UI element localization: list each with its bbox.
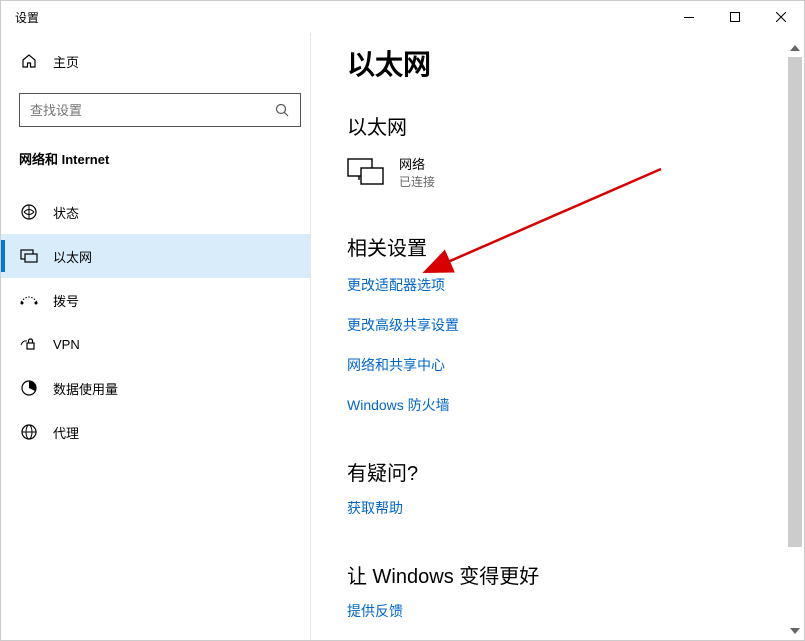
link-firewall[interactable]: Windows 防火墙 <box>347 395 772 415</box>
scroll-up-icon[interactable] <box>788 41 802 55</box>
vpn-icon <box>19 334 39 354</box>
ethernet-status: 已连接 <box>399 173 435 190</box>
page-title: 以太网 <box>347 43 772 83</box>
sidebar-item-label: 代理 <box>53 423 79 442</box>
close-icon <box>776 12 786 22</box>
home-icon <box>19 51 39 71</box>
status-icon <box>19 202 39 222</box>
sidebar-item-label: 状态 <box>53 203 79 222</box>
sidebar-item-label: 数据使用量 <box>53 379 118 398</box>
feedback-title: 让 Windows 变得更好 <box>347 560 772 589</box>
home-label: 主页 <box>53 52 79 71</box>
sidebar-item-label: VPN <box>53 337 80 352</box>
sidebar-item-ethernet[interactable]: 以太网 <box>1 234 310 278</box>
content-container: 主页 网络和 Internet 状态 以太网 <box>1 33 804 640</box>
sidebar-item-label: 以太网 <box>53 247 92 266</box>
sidebar-item-vpn[interactable]: VPN <box>1 322 310 366</box>
minimize-button[interactable] <box>666 1 712 33</box>
link-feedback[interactable]: 提供反馈 <box>347 601 772 621</box>
link-get-help[interactable]: 获取帮助 <box>347 498 772 518</box>
help-block: 有疑问? 获取帮助 <box>347 457 772 518</box>
link-network-center[interactable]: 网络和共享中心 <box>347 355 772 375</box>
search-input[interactable] <box>30 103 274 118</box>
dialup-icon <box>19 290 39 310</box>
maximize-icon <box>730 12 740 22</box>
sidebar: 主页 网络和 Internet 状态 以太网 <box>1 33 311 640</box>
sidebar-item-proxy[interactable]: 代理 <box>1 410 310 454</box>
sidebar-item-dialup[interactable]: 拨号 <box>1 278 310 322</box>
sidebar-item-datausage[interactable]: 数据使用量 <box>1 366 310 410</box>
titlebar: 设置 <box>1 1 804 33</box>
search-input-container[interactable] <box>19 93 301 127</box>
proxy-icon <box>19 422 39 442</box>
sidebar-item-status[interactable]: 状态 <box>1 190 310 234</box>
subsection-title: 以太网 <box>347 111 772 140</box>
nav-list: 状态 以太网 拨号 VPN <box>1 190 310 454</box>
ethernet-card[interactable]: 网络 已连接 <box>347 154 772 190</box>
ethernet-device-icon <box>347 156 385 188</box>
link-advanced-sharing[interactable]: 更改高级共享设置 <box>347 315 772 335</box>
ethernet-name: 网络 <box>399 154 435 173</box>
close-button[interactable] <box>758 1 804 33</box>
maximize-button[interactable] <box>712 1 758 33</box>
ethernet-icon <box>19 246 39 266</box>
scroll-down-icon[interactable] <box>788 624 802 638</box>
related-settings-block: 相关设置 更改适配器选项 更改高级共享设置 网络和共享中心 Windows 防火… <box>347 232 772 415</box>
search-icon <box>274 102 290 118</box>
main-panel: 以太网 以太网 网络 已连接 相关设置 更改适配器选项 更改高级共享设置 网络和… <box>311 33 804 640</box>
window-title: 设置 <box>15 9 39 26</box>
sidebar-item-label: 拨号 <box>53 291 79 310</box>
link-adapter-options[interactable]: 更改适配器选项 <box>347 275 772 295</box>
related-title: 相关设置 <box>347 232 772 261</box>
scrollbar[interactable] <box>788 41 802 638</box>
minimize-icon <box>684 17 694 18</box>
feedback-block: 让 Windows 变得更好 提供反馈 <box>347 560 772 621</box>
datausage-icon <box>19 378 39 398</box>
section-title: 网络和 Internet <box>19 149 310 168</box>
help-title: 有疑问? <box>347 457 772 486</box>
home-button[interactable]: 主页 <box>19 41 310 81</box>
ethernet-info: 网络 已连接 <box>399 154 435 190</box>
scrollbar-thumb[interactable] <box>788 57 802 547</box>
window-controls <box>666 1 804 33</box>
